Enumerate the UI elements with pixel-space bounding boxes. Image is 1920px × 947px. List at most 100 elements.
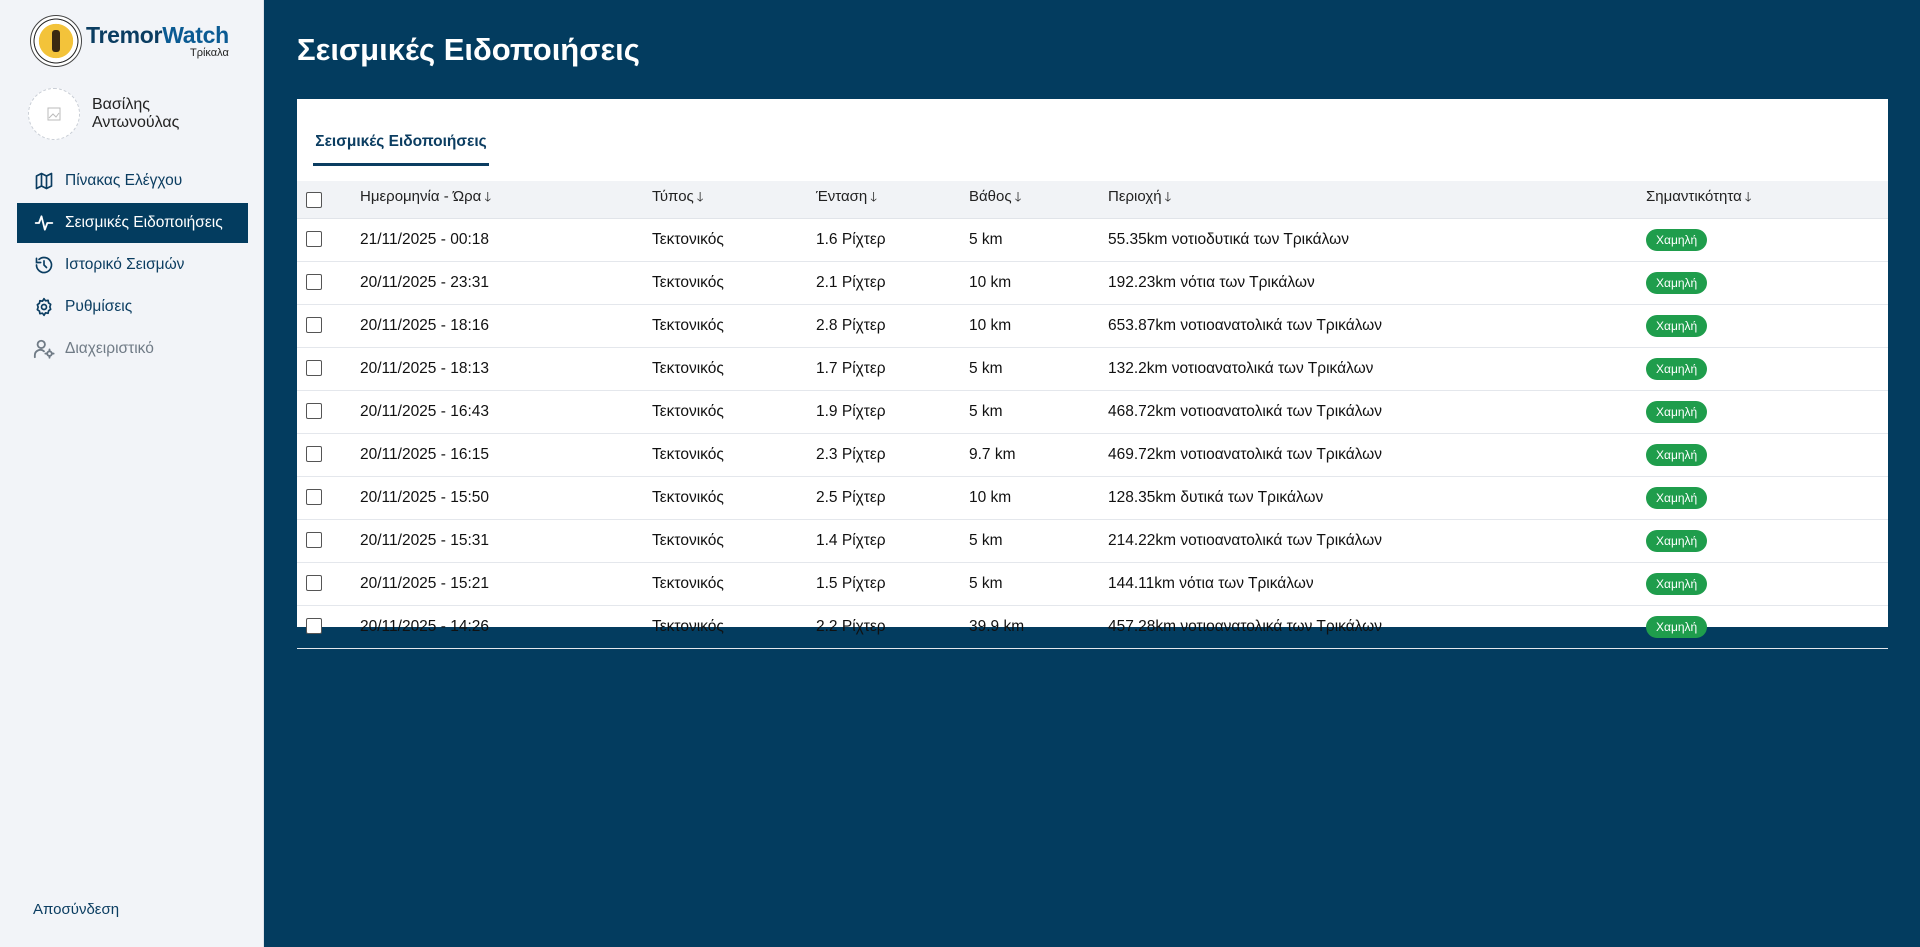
sidebar-item-admin[interactable]: Διαχειριστικό	[17, 329, 248, 369]
cell-severity: Χαμηλή	[1645, 433, 1888, 477]
cell-depth: 5 km	[968, 218, 1107, 262]
table-row[interactable]: 20/11/2025 - 18:13 Τεκτονικός 1.7 Ρίχτερ 5 …	[297, 347, 1888, 391]
logout-link[interactable]: Αποσύνδεση	[33, 901, 119, 918]
table-row[interactable]: 20/11/2025 - 14:26 Τεκτονικός 2.2 Ρίχτερ 39…	[297, 605, 1888, 649]
cell-region: 457.28km νοτιοανατολικά των Τρικάλων	[1107, 605, 1645, 649]
table-row[interactable]: 20/11/2025 - 15:21 Τεκτονικός 1.5 Ρίχτερ 5 …	[297, 562, 1888, 606]
sort-arrow-down-icon[interactable]: 🡓	[1015, 189, 1022, 204]
severity-badge: Χαμηλή	[1646, 572, 1708, 595]
sort-arrow-down-icon[interactable]: 🡓	[1745, 189, 1752, 204]
cell-severity: Χαμηλή	[1645, 347, 1888, 391]
sidebar-item-dashboard[interactable]: Πίνακας Ελέγχου	[17, 161, 248, 201]
row-checkbox[interactable]	[306, 575, 322, 592]
cell-datetime: 20/11/2025 - 15:21	[359, 562, 651, 606]
tab-bar: Σεισμικές Ειδοποιήσεις	[297, 99, 1888, 181]
row-checkbox[interactable]	[306, 274, 322, 291]
user-name: Βασίλης Αντωνούλας	[92, 96, 180, 131]
cell-type: Τεκτονικός	[651, 218, 815, 262]
cell-datetime: 21/11/2025 - 00:18	[359, 218, 651, 262]
sidebar-item-history[interactable]: Ιστορικό Σεισμών	[17, 245, 248, 285]
cell-type: Τεκτονικός	[651, 476, 815, 520]
cell-select	[297, 605, 359, 649]
severity-badge: Χαμηλή	[1646, 443, 1708, 466]
cell-magnitude: 2.2 Ρίχτερ	[815, 605, 968, 649]
app-name-light: Watch	[162, 22, 229, 48]
table-row[interactable]: 20/11/2025 - 18:16 Τεκτονικός 2.8 Ρίχτερ 10…	[297, 304, 1888, 348]
sort-arrow-down-icon[interactable]: 🡓	[484, 189, 491, 204]
severity-badge: Χαμηλή	[1646, 314, 1708, 337]
cell-datetime: 20/11/2025 - 14:26	[359, 605, 651, 649]
sidebar-item-label: Ιστορικό Σεισμών	[65, 256, 185, 273]
cell-depth: 10 km	[968, 304, 1107, 348]
user-profile: Βασίλης Αντωνούλας	[28, 88, 202, 140]
column-header-depth[interactable]: Βάθος 🡓	[968, 181, 1107, 219]
column-header-magnitude[interactable]: Ένταση 🡓	[815, 181, 968, 219]
cell-magnitude: 2.5 Ρίχτερ	[815, 476, 968, 520]
sidebar-item-seismic-alerts[interactable]: Σεισμικές Ειδοποιήσεις	[17, 203, 248, 243]
row-checkbox[interactable]	[306, 317, 322, 334]
cell-select	[297, 218, 359, 262]
cell-type: Τεκτονικός	[651, 261, 815, 305]
sort-arrow-down-icon[interactable]: 🡓	[870, 189, 877, 204]
cell-severity: Χαμηλή	[1645, 562, 1888, 606]
cell-datetime: 20/11/2025 - 18:13	[359, 347, 651, 391]
cell-select	[297, 347, 359, 391]
column-header-label: Τύπος	[652, 188, 694, 206]
table-row[interactable]: 20/11/2025 - 15:31 Τεκτονικός 1.4 Ρίχτερ 5 …	[297, 519, 1888, 563]
cell-magnitude: 2.3 Ρίχτερ	[815, 433, 968, 477]
column-header-label: Ένταση	[816, 188, 868, 206]
cell-depth: 39.9 km	[968, 605, 1107, 649]
select-all-checkbox[interactable]	[306, 191, 322, 208]
severity-badge: Χαμηλή	[1646, 529, 1708, 552]
cell-select	[297, 519, 359, 563]
tab-seismic-alerts[interactable]: Σεισμικές Ειδοποιήσεις	[313, 121, 489, 166]
row-checkbox[interactable]	[306, 532, 322, 549]
table-row[interactable]: 21/11/2025 - 00:18 Τεκτονικός 1.6 Ρίχτερ 5 …	[297, 218, 1888, 262]
sidebar-item-settings[interactable]: Ρυθμίσεις	[17, 287, 248, 327]
table-row[interactable]: 20/11/2025 - 16:15 Τεκτονικός 2.3 Ρίχτερ 9.…	[297, 433, 1888, 477]
row-checkbox[interactable]	[306, 360, 322, 377]
column-header-region[interactable]: Περιοχή 🡓	[1107, 181, 1645, 219]
app-subtitle: Τρίκαλα	[190, 47, 229, 59]
cell-type: Τεκτονικός	[651, 605, 815, 649]
row-checkbox[interactable]	[306, 231, 322, 248]
cell-depth: 10 km	[968, 261, 1107, 305]
cell-region: 55.35km νοτιοδυτικά των Τρικάλων	[1107, 218, 1645, 262]
map-icon	[33, 170, 55, 192]
column-header-severity[interactable]: Σημαντικότητα 🡓	[1645, 181, 1888, 219]
row-checkbox[interactable]	[306, 403, 322, 420]
cell-select	[297, 433, 359, 477]
cell-type: Τεκτονικός	[651, 433, 815, 477]
avatar	[28, 88, 80, 140]
sort-arrow-down-icon[interactable]: 🡓	[1165, 189, 1172, 204]
alerts-table-body: 21/11/2025 - 00:18 Τεκτονικός 1.6 Ρίχτερ 5 …	[297, 218, 1888, 649]
cell-select	[297, 390, 359, 434]
row-checkbox[interactable]	[306, 489, 322, 506]
table-row[interactable]: 20/11/2025 - 23:31 Τεκτονικός 2.1 Ρίχτερ 10…	[297, 261, 1888, 305]
alerts-table: Ημερομηνία - Ώρα 🡓 Τύπος 🡓 Ένταση 🡓 Βάθος 🡓 …	[297, 181, 1888, 649]
table-row[interactable]: 20/11/2025 - 16:43 Τεκτονικός 1.9 Ρίχτερ 5 …	[297, 390, 1888, 434]
column-header-datetime[interactable]: Ημερομηνία - Ώρα 🡓	[359, 181, 651, 219]
sidebar-item-label: Διαχειριστικό	[65, 340, 154, 357]
cell-region: 128.35km δυτικά των Τρικάλων	[1107, 476, 1645, 520]
severity-badge: Χαμηλή	[1646, 228, 1708, 251]
cell-magnitude: 1.5 Ρίχτερ	[815, 562, 968, 606]
cell-magnitude: 2.8 Ρίχτερ	[815, 304, 968, 348]
cell-region: 653.87km νοτιοανατολικά των Τρικάλων	[1107, 304, 1645, 348]
sort-arrow-down-icon[interactable]: 🡓	[697, 189, 704, 204]
cell-severity: Χαμηλή	[1645, 519, 1888, 563]
cell-select	[297, 476, 359, 520]
table-row[interactable]: 20/11/2025 - 15:50 Τεκτονικός 2.5 Ρίχτερ 10…	[297, 476, 1888, 520]
severity-badge: Χαμηλή	[1646, 615, 1708, 638]
cell-severity: Χαμηλή	[1645, 605, 1888, 649]
column-header-type[interactable]: Τύπος 🡓	[651, 181, 815, 219]
cell-datetime: 20/11/2025 - 18:16	[359, 304, 651, 348]
cell-type: Τεκτονικός	[651, 519, 815, 563]
column-header-label: Περιοχή	[1108, 188, 1162, 206]
row-checkbox[interactable]	[306, 618, 322, 635]
row-checkbox[interactable]	[306, 446, 322, 463]
app-logo[interactable]: TremorWatch Τρίκαλα	[30, 15, 229, 67]
cell-type: Τεκτονικός	[651, 562, 815, 606]
app-name-dark: Tremor	[86, 22, 163, 48]
cell-type: Τεκτονικός	[651, 347, 815, 391]
